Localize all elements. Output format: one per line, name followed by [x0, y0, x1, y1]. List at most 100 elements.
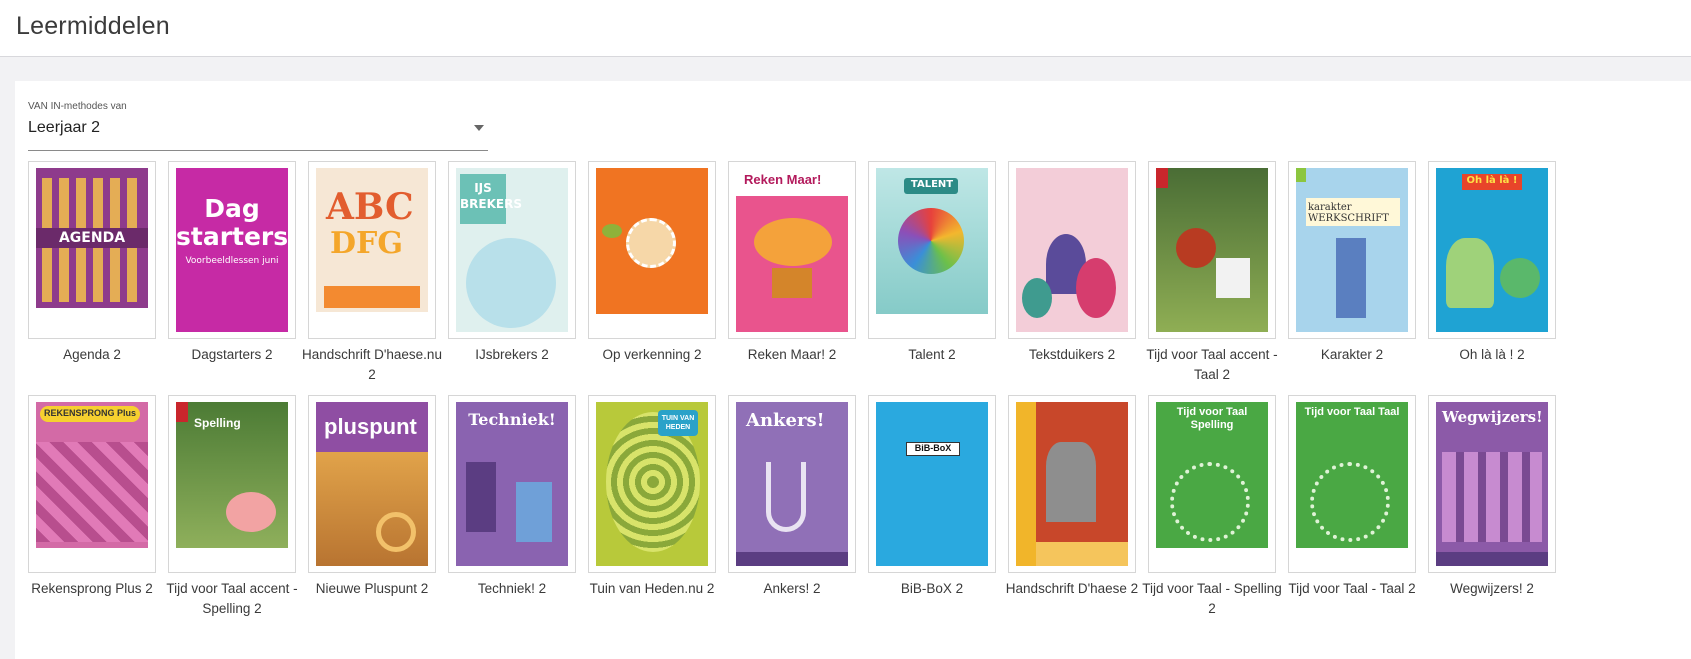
book-tile-karakter[interactable]: karakter WERKSCHRIFT Karakter 2: [1288, 161, 1419, 365]
book-cover-frame[interactable]: Dag starters Voorbeeldlessen juni: [168, 161, 296, 339]
book-title[interactable]: Ankers! 2: [717, 579, 867, 599]
book-cover-frame[interactable]: Spelling: [168, 395, 296, 573]
book-cover-image: Oh là là !: [1436, 168, 1548, 332]
book-cover-image: IJS BREKERS: [456, 168, 568, 332]
book-title[interactable]: Agenda 2: [17, 345, 167, 365]
book-tile-handschrift[interactable]: ABC DFG Handschrift D'haese.nu 2: [302, 161, 442, 385]
cover-title: AGENDA: [36, 228, 148, 248]
cover-title: TALENT: [910, 179, 954, 190]
book-cover-image: BiB-BoX: [876, 402, 988, 566]
grade-select-label: VAN IN-methodes van: [28, 101, 127, 112]
book-tile-ijsbrekers[interactable]: IJS BREKERS IJsbrekers 2: [448, 161, 579, 365]
cover-title: Oh là là !: [1466, 175, 1518, 186]
book-title[interactable]: Rekensprong Plus 2: [17, 579, 167, 599]
grade-select[interactable]: VAN IN-methodes van Leerjaar 2: [28, 101, 488, 151]
book-cover-image: [596, 168, 708, 332]
book-cover-frame[interactable]: BiB-BoX: [868, 395, 996, 573]
book-cover-frame[interactable]: TALENT: [868, 161, 996, 339]
book-title[interactable]: Op verkenning 2: [577, 345, 727, 365]
book-cover-frame[interactable]: Ankers!: [728, 395, 856, 573]
book-cover-image: [1016, 168, 1128, 332]
book-cover-image: [1016, 402, 1128, 566]
book-title[interactable]: Tijd voor Taal accent - Spelling 2: [157, 579, 307, 619]
book-tile-opverkenning[interactable]: Op verkenning 2: [588, 161, 719, 365]
book-title[interactable]: Techniek! 2: [437, 579, 587, 599]
book-tile-tvttaal[interactable]: Tijd voor Taal Taal Tijd voor Taal - Taa…: [1288, 395, 1419, 599]
book-tile-wegwijzers[interactable]: Wegwijzers! Wegwijzers! 2: [1428, 395, 1559, 599]
book-title[interactable]: Wegwijzers! 2: [1417, 579, 1567, 599]
book-cover-image: Reken Maar!: [736, 168, 848, 332]
book-title[interactable]: Nieuwe Pluspunt 2: [297, 579, 447, 599]
book-tile-ohlala[interactable]: Oh là là ! Oh là là ! 2: [1428, 161, 1559, 365]
grade-select-value[interactable]: Leerjaar 2: [28, 119, 100, 137]
book-title[interactable]: Reken Maar! 2: [717, 345, 867, 365]
book-cover-image: pluspunt: [316, 402, 428, 566]
book-cover-frame[interactable]: [1008, 395, 1136, 573]
book-cover-frame[interactable]: Tijd voor Taal Taal: [1288, 395, 1416, 573]
cover-title: Techniek!: [468, 410, 556, 429]
book-tile-ankers[interactable]: Ankers! Ankers! 2: [728, 395, 859, 599]
book-title[interactable]: Talent 2: [857, 345, 1007, 365]
book-cover-image: Tijd voor Taal Taal: [1296, 402, 1408, 566]
book-title[interactable]: Tijd voor Taal - Taal 2: [1277, 579, 1427, 599]
book-tile-pluspunt[interactable]: pluspunt Nieuwe Pluspunt 2: [308, 395, 439, 599]
book-cover-frame[interactable]: pluspunt: [308, 395, 436, 573]
book-tile-dagstarters[interactable]: Dag starters Voorbeeldlessen juni Dagsta…: [168, 161, 299, 365]
cover-title-line1: Dag: [204, 194, 260, 223]
book-title[interactable]: Tijd voor Taal - Spelling 2: [1137, 579, 1287, 619]
book-title[interactable]: Karakter 2: [1277, 345, 1427, 365]
book-title[interactable]: Handschrift D'haese.nu 2: [297, 345, 447, 385]
book-title[interactable]: Dagstarters 2: [157, 345, 307, 365]
book-cover-frame[interactable]: AGENDA: [28, 161, 156, 339]
book-tile-handschrift2[interactable]: Handschrift D'haese 2: [1006, 395, 1139, 599]
cover-title: pluspunt: [324, 414, 417, 439]
book-tile-bibbox[interactable]: BiB-BoX BiB-BoX 2: [868, 395, 999, 599]
book-cover-image: [1156, 168, 1268, 332]
cover-title: TUIN VAN HEDEN: [661, 415, 695, 431]
book-cover-frame[interactable]: Tijd voor Taal Spelling: [1148, 395, 1276, 573]
cover-title: Ankers!: [746, 410, 825, 431]
book-tile-tvtspelling[interactable]: Tijd voor Taal Spelling Tijd voor Taal -…: [1142, 395, 1282, 619]
book-tile-agenda[interactable]: AGENDA Agenda 2: [28, 161, 159, 365]
cover-title: Wegwijzers!: [1442, 408, 1543, 426]
book-cover-image: Techniek!: [456, 402, 568, 566]
book-cover-frame[interactable]: REKENSPRONG Plus: [28, 395, 156, 573]
book-tile-rekenmaar[interactable]: Reken Maar! Reken Maar! 2: [728, 161, 859, 365]
page-title: Leermiddelen: [16, 12, 170, 40]
cover-title: karakter WERKSCHRIFT: [1308, 202, 1389, 224]
chevron-down-icon[interactable]: [474, 125, 484, 131]
cover-title: Reken Maar!: [744, 172, 822, 187]
book-title[interactable]: IJsbrekers 2: [437, 345, 587, 365]
book-cover-frame[interactable]: Oh là là !: [1428, 161, 1556, 339]
book-tile-techniek[interactable]: Techniek! Techniek! 2: [448, 395, 579, 599]
book-cover-frame[interactable]: [1148, 161, 1276, 339]
book-cover-image: Spelling: [176, 402, 288, 566]
book-title[interactable]: Handschrift D'haese 2: [997, 579, 1147, 599]
book-cover-frame[interactable]: Wegwijzers!: [1428, 395, 1556, 573]
book-tile-tuin[interactable]: TUIN VAN HEDEN Tuin van Heden.nu 2: [588, 395, 719, 599]
cover-title: IJS BREKERS: [460, 181, 522, 211]
book-cover-frame[interactable]: [588, 161, 716, 339]
book-cover-image: Tijd voor Taal Spelling: [1156, 402, 1268, 566]
book-tile-tvtspellingaccent[interactable]: Spelling Tijd voor Taal accent - Spellin…: [166, 395, 299, 619]
book-cover-frame[interactable]: karakter WERKSCHRIFT: [1288, 161, 1416, 339]
book-cover-frame[interactable]: ABC DFG: [308, 161, 436, 339]
book-title[interactable]: Tijd voor Taal accent - Taal 2: [1137, 345, 1287, 385]
book-cover-frame[interactable]: Reken Maar!: [728, 161, 856, 339]
book-cover-image: AGENDA: [36, 168, 148, 332]
book-tile-rekensprong[interactable]: REKENSPRONG Plus Rekensprong Plus 2: [28, 395, 159, 599]
book-tile-talent[interactable]: TALENT Talent 2: [868, 161, 999, 365]
book-title[interactable]: Oh là là ! 2: [1417, 345, 1567, 365]
cover-title: REKENSPRONG Plus: [44, 408, 137, 418]
book-cover-frame[interactable]: TUIN VAN HEDEN: [588, 395, 716, 573]
book-tile-tekstduikers[interactable]: Tekstduikers 2: [1008, 161, 1139, 365]
cover-subtitle: Voorbeeldlessen juni: [185, 256, 279, 266]
book-tile-tvtaccent[interactable]: Tijd voor Taal accent - Taal 2: [1146, 161, 1279, 385]
book-title[interactable]: Tuin van Heden.nu 2: [577, 579, 727, 599]
book-cover-image: REKENSPRONG Plus: [36, 402, 148, 566]
book-cover-frame[interactable]: Techniek!: [448, 395, 576, 573]
book-cover-frame[interactable]: IJS BREKERS: [448, 161, 576, 339]
book-title[interactable]: Tekstduikers 2: [997, 345, 1147, 365]
book-cover-frame[interactable]: [1008, 161, 1136, 339]
book-title[interactable]: BiB-BoX 2: [857, 579, 1007, 599]
